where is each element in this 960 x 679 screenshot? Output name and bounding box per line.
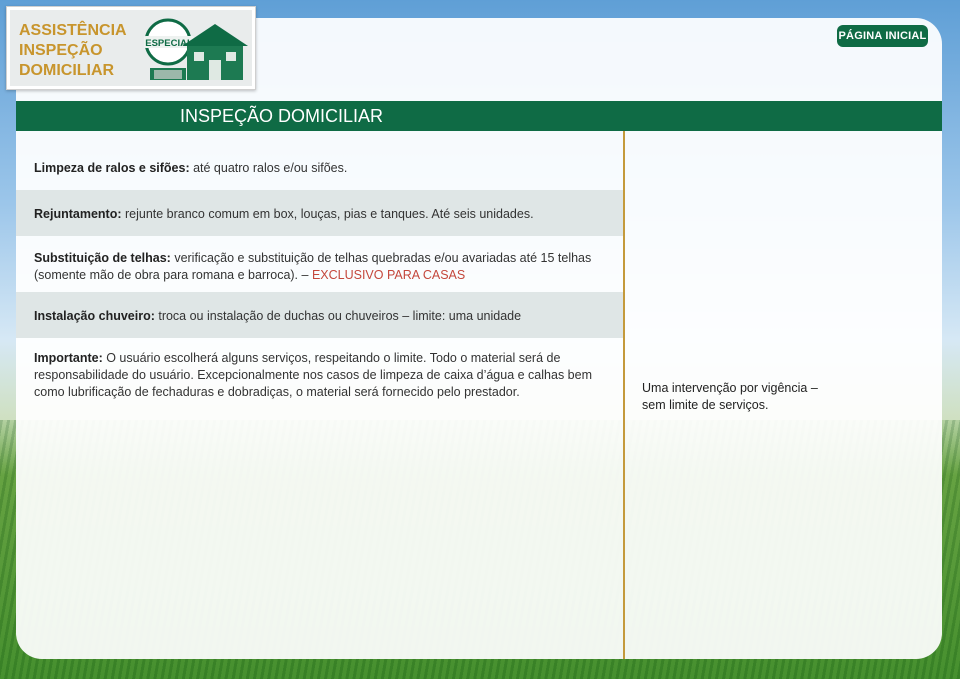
item-label: Substituição de telhas: xyxy=(34,251,171,265)
list-item: Instalação chuveiro: troca ou instalação… xyxy=(16,292,623,338)
logo-title: ASSISTÊNCIA INSPEÇÃO DOMICILIAR xyxy=(19,21,144,81)
page-title: INSPEÇÃO DOMICILIAR xyxy=(180,106,384,126)
item-text: troca ou instalação de duchas ou chuveir… xyxy=(154,309,522,323)
item-text: rejunte branco comum em box, louças, pia… xyxy=(121,207,534,221)
column-divider xyxy=(623,131,625,659)
logo-line-3: DOMICILIAR xyxy=(19,62,115,79)
list-item: Limpeza de ralos e sifões: até quatro ra… xyxy=(16,131,623,190)
logo-line-1: ASSISTÊNCIA xyxy=(19,22,127,39)
home-button[interactable]: PÁGINA INICIAL xyxy=(837,25,928,47)
title-bar: INSPEÇÃO DOMICILIAR xyxy=(16,101,942,131)
exclusive-note: EXCLUSIVO PARA CASAS xyxy=(311,268,466,282)
item-text: O usuário escolherá alguns serviços, res… xyxy=(34,351,592,399)
item-label: Rejuntamento: xyxy=(34,207,122,221)
item-label: Limpeza de ralos e sifões: xyxy=(34,161,190,175)
side-note: Uma intervenção por vigência – sem limit… xyxy=(642,381,818,412)
list-item: Substituição de telhas: verificação e su… xyxy=(16,236,623,292)
list-item: Rejuntamento: rejunte branco comum em bo… xyxy=(16,190,623,236)
item-label: Instalação chuveiro: xyxy=(34,309,155,323)
item-label: Importante: xyxy=(34,351,103,365)
item-text: até quatro ralos e/ou sifões. xyxy=(189,161,348,175)
important-note: Importante: O usuário escolherá alguns s… xyxy=(16,338,623,402)
logo-line-2: INSPEÇÃO xyxy=(19,42,103,59)
house-icon: ESPECIAL xyxy=(144,18,248,80)
logo-card[interactable]: ASSISTÊNCIA INSPEÇÃO DOMICILIAR ESPECIAL xyxy=(6,6,256,90)
